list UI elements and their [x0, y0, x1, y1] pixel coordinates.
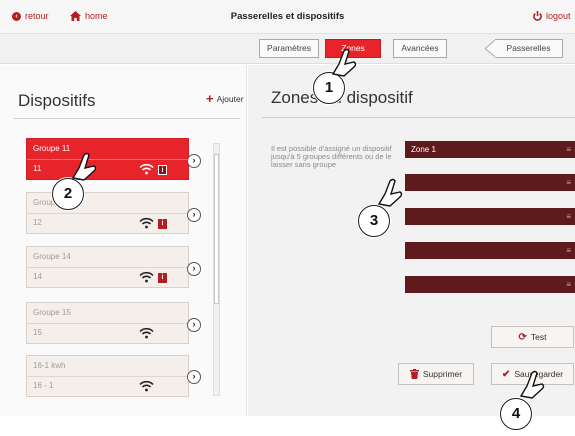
bottom-strip: [0, 416, 575, 436]
device-open-chevron-icon[interactable]: ›: [187, 318, 201, 332]
zone-slot-1[interactable]: Zone 1 ≡: [405, 141, 575, 158]
zone-slot-2[interactable]: ≡: [405, 174, 575, 191]
device-divider: [27, 376, 188, 377]
pointing-hand-icon: [377, 178, 403, 207]
device-item-groupe-12[interactable]: Groupe 12 12 i: [26, 192, 189, 234]
drag-handle-icon[interactable]: ≡: [566, 242, 571, 259]
test-label: Test: [530, 332, 547, 342]
zones-description: Il est possible d'assigné un dispositif …: [271, 144, 392, 169]
info-icon[interactable]: i: [158, 273, 167, 283]
step-marker-4: 4: [500, 398, 532, 430]
checkmark-icon: ✔: [501, 368, 511, 380]
device-divider: [27, 323, 188, 324]
devices-title: Dispositifs: [18, 91, 96, 110]
wifi-icon: [139, 327, 154, 339]
device-id: 11: [33, 164, 42, 173]
device-open-chevron-icon[interactable]: ›: [187, 154, 201, 168]
device-divider: [27, 159, 188, 160]
page-title: Passerelles et dispositifs: [230, 11, 345, 22]
drag-handle-icon[interactable]: ≡: [566, 174, 571, 191]
device-item-16-1-kwh[interactable]: 16-1 kwh 16 - 1: [26, 355, 189, 397]
devices-title-divider: [14, 118, 240, 119]
device-id: 14: [33, 272, 42, 281]
device-name: Groupe 14: [33, 252, 71, 261]
wifi-icon: [139, 380, 154, 392]
add-device-label: Ajouter: [216, 94, 244, 104]
device-divider: [27, 213, 188, 214]
zones-title-divider: [262, 117, 575, 118]
device-list-scrollbar[interactable]: [213, 143, 220, 396]
delete-label: Supprimer: [422, 369, 463, 379]
tab-bar: Paramètres Zones Avancées Passerelles: [0, 34, 575, 64]
device-open-chevron-icon[interactable]: ›: [187, 208, 201, 222]
device-open-chevron-icon[interactable]: ›: [187, 370, 201, 384]
tab-passerelles[interactable]: Passerelles: [495, 39, 563, 58]
plus-icon: +: [206, 91, 214, 106]
test-button[interactable]: ⟳ Test: [491, 326, 574, 348]
device-id: 12: [33, 218, 42, 227]
device-item-groupe-11[interactable]: Groupe 11 11 i: [26, 138, 189, 180]
logout-label: logout: [546, 11, 571, 21]
tab-parametres[interactable]: Paramètres: [259, 39, 319, 58]
device-open-chevron-icon[interactable]: ›: [187, 262, 201, 276]
device-name: Groupe 11: [33, 144, 71, 153]
tab-avancees[interactable]: Avancées: [393, 39, 447, 58]
power-icon: [533, 11, 542, 21]
zone-slot-label: Zone 1: [411, 145, 436, 154]
zone-slot-4[interactable]: ≡: [405, 242, 575, 259]
drag-handle-icon[interactable]: ≡: [566, 276, 571, 293]
pointing-hand-icon: [519, 370, 545, 399]
device-item-groupe-14[interactable]: Groupe 14 14 i: [26, 246, 189, 288]
logout-link[interactable]: logout: [533, 11, 571, 21]
info-icon[interactable]: i: [158, 219, 167, 229]
zone-slot-5[interactable]: ≡: [405, 276, 575, 293]
device-id: 16 - 1: [33, 381, 54, 390]
device-divider: [27, 267, 188, 268]
zone-slot-3[interactable]: ≡: [405, 208, 575, 225]
device-name: Groupe 15: [33, 308, 71, 317]
scrollbar-thumb[interactable]: [214, 154, 219, 304]
trash-icon: [409, 369, 419, 379]
pointing-hand-icon: [331, 48, 357, 77]
drag-handle-icon[interactable]: ≡: [566, 141, 571, 158]
step-marker-3: 3: [358, 205, 390, 237]
wifi-icon: [139, 271, 154, 283]
info-icon[interactable]: i: [158, 165, 167, 175]
add-device-button[interactable]: + Ajouter: [206, 91, 244, 106]
pointing-hand-icon: [71, 152, 97, 181]
drag-handle-icon[interactable]: ≡: [566, 208, 571, 225]
wifi-icon: [139, 217, 154, 229]
device-id: 15: [33, 328, 42, 337]
step-marker-2: 2: [52, 178, 84, 210]
delete-button[interactable]: Supprimer: [398, 363, 474, 385]
wifi-icon: [139, 163, 154, 175]
device-name: 16-1 kwh: [33, 361, 66, 370]
top-bar: ‹ retour home Passerelles et dispositifs…: [0, 0, 575, 34]
refresh-icon: ⟳: [518, 331, 527, 343]
device-item-groupe-15[interactable]: Groupe 15 15: [26, 302, 189, 344]
